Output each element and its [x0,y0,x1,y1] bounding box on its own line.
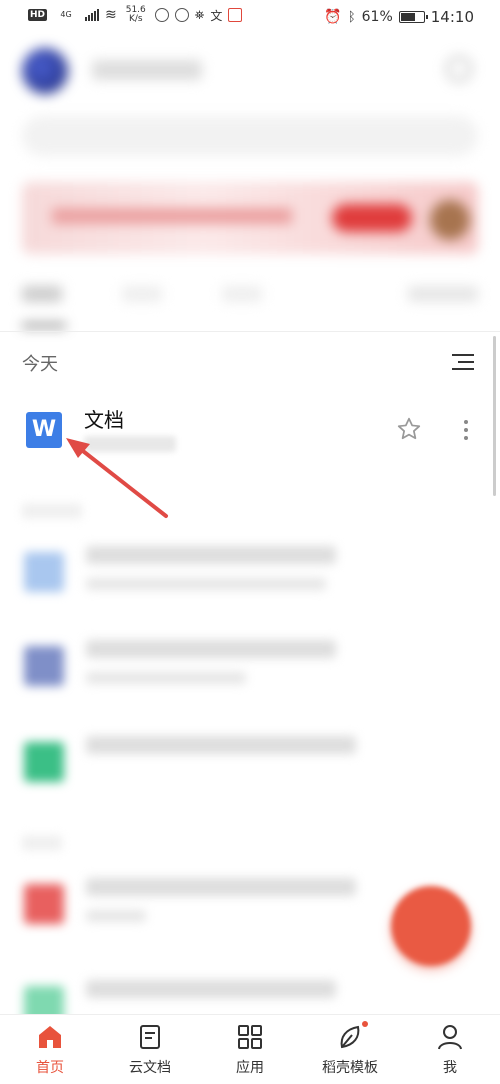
sort-icon[interactable] [452,352,474,372]
battery-percent: 61% [361,9,393,25]
home-icon [39,1026,61,1048]
new-document-fab[interactable] [391,886,471,966]
file-icon [24,884,64,924]
document-name: 文档 [84,408,124,432]
nav-label: 应用 [236,1060,264,1076]
wifi-icon: ≋ [105,7,117,23]
star-icon[interactable] [396,416,422,442]
divider [0,331,500,332]
blurred-header [0,36,500,332]
section-today-label: 今天 [22,354,58,375]
list-item[interactable] [0,630,500,710]
file-title-placeholder [86,736,356,754]
signal-icon [85,9,100,21]
notify-icon: ⛯ [194,7,205,22]
clock: 14:10 [430,8,474,26]
status-bar: HD 4G ≋ 51.6 K/s ⛯ 文 ⏰ ᛒ 61% 14:10 [0,0,500,36]
nav-home[interactable]: 首页 [0,1015,100,1084]
file-icon [24,552,64,592]
tab-underline [22,324,66,327]
tab-starred[interactable] [222,286,262,302]
tab-shared[interactable] [122,286,162,302]
bottom-nav: 首页 云文档 应用 稻壳模板 我 [0,1014,500,1084]
hd-badge: HD [28,9,48,21]
file-title-placeholder [86,980,336,998]
network-type: 4G [60,10,72,19]
list-item[interactable] [0,726,500,806]
nav-label: 首页 [36,1060,64,1076]
battery-icon [398,11,428,23]
nav-label: 稻壳模板 [322,1060,378,1076]
search-bar[interactable] [22,116,478,156]
file-meta-placeholder [86,672,246,684]
bluetooth-icon: ᛒ [347,9,356,25]
list-item[interactable] [0,536,500,616]
more-options-icon[interactable] [464,420,470,440]
wps-writer-icon: W [26,412,62,448]
nav-templates[interactable]: 稻壳模板 [300,1015,400,1084]
file-title-placeholder [86,878,356,896]
banner-text-placeholder [52,208,292,224]
tab-row [22,286,478,316]
file-title-placeholder [86,546,336,564]
section-label-placeholder [22,836,62,850]
cloud-doc-icon [140,1025,160,1049]
app-icon [174,8,189,22]
net-speed: 51.6 K/s [125,5,146,24]
tab-filter[interactable] [408,286,478,302]
file-title-placeholder [86,640,336,658]
settings-icon[interactable] [446,56,472,82]
scrollbar[interactable] [493,336,496,496]
banner-image [430,200,470,240]
nav-label: 云文档 [129,1060,171,1076]
section-label-placeholder [22,504,82,518]
nav-me[interactable]: 我 [400,1015,500,1084]
calendar-icon [228,8,243,22]
file-icon [24,646,64,686]
tab-recent[interactable] [22,286,62,302]
banner-button[interactable] [332,204,412,232]
file-meta-placeholder [86,578,326,590]
qq-icon [154,8,169,22]
apps-grid-icon [238,1025,262,1049]
nav-cloud-docs[interactable]: 云文档 [100,1015,200,1084]
translate-icon: 文 [210,8,223,23]
nav-label: 我 [443,1060,457,1076]
file-icon [24,742,64,782]
alarm-icon: ⏰ [324,9,342,25]
avatar[interactable] [22,48,68,94]
leaf-icon [340,1025,360,1049]
profile-icon [438,1025,462,1050]
promo-banner[interactable] [22,182,478,254]
file-meta-placeholder [86,910,146,922]
username-placeholder[interactable] [92,60,202,80]
nav-apps[interactable]: 应用 [200,1015,300,1084]
notification-dot [362,1021,368,1027]
